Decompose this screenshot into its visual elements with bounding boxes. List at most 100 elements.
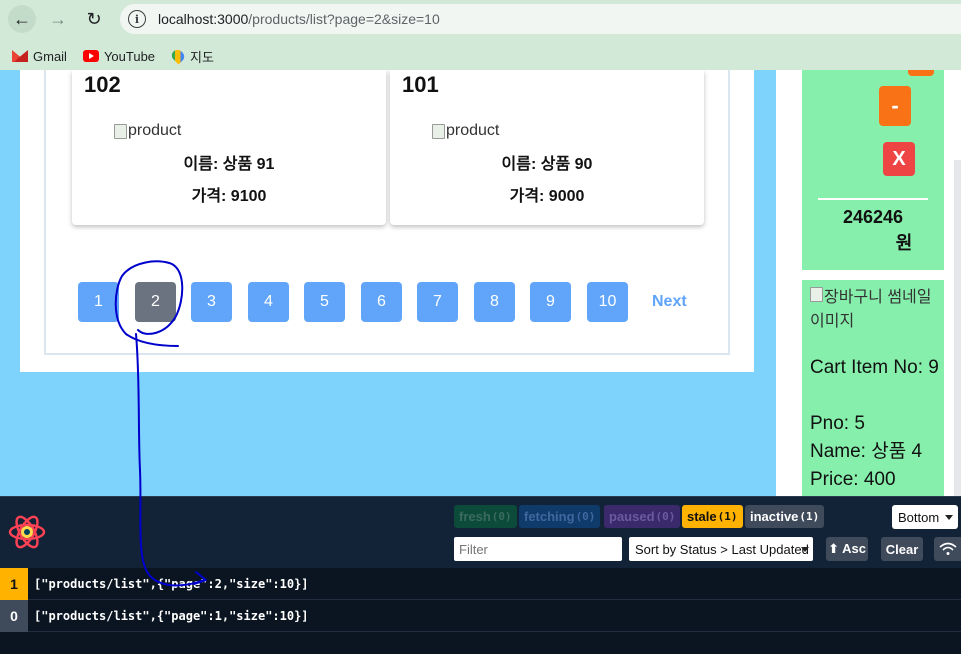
gmail-icon: [12, 50, 28, 62]
product-name: 이름: 상품 91: [183, 156, 275, 173]
product-card[interactable]: 102 product 이름: 상품 91 가격: 9100: [72, 70, 386, 225]
url-path: /products/list?page=2&size=10: [248, 11, 440, 27]
broken-image-icon: [810, 287, 823, 302]
fetching-badge: fetching (0): [519, 505, 601, 528]
broken-image-icon: [114, 123, 127, 139]
paused-badge: paused (0): [604, 505, 681, 528]
bookmark-gmail[interactable]: Gmail: [12, 49, 67, 64]
badge-label: fetching: [524, 509, 575, 524]
cart-item-pno: Pno: 5: [810, 413, 865, 434]
page-button-5[interactable]: 5: [304, 282, 345, 322]
bookmark-label: YouTube: [103, 48, 156, 64]
filter-input[interactable]: [454, 537, 622, 561]
product-image: product: [432, 122, 499, 140]
position-select-value: Bottom: [898, 509, 940, 525]
badge-count: (0): [491, 510, 512, 523]
page-button-8[interactable]: 8: [474, 282, 515, 322]
image-alt-text: 장바구니 썸네일 이미지: [810, 289, 932, 330]
badge-label: paused: [609, 509, 655, 524]
image-alt-text: product: [446, 122, 500, 139]
page-button-9[interactable]: 9: [530, 282, 571, 322]
cart-item-price: Price: 400: [810, 469, 896, 490]
cart-sidebar: - X 246246 원 장바구니 썸네일 이미지 Cart Item No: …: [776, 70, 961, 496]
product-name: 이름: 상품 90: [501, 156, 593, 173]
product-pno: 101: [402, 72, 439, 97]
url-text[interactable]: localhost:3000/products/list?page=2&size…: [158, 11, 440, 27]
product-image: product: [114, 122, 181, 140]
fresh-badge: fresh (0): [454, 505, 517, 528]
remove-button[interactable]: X: [883, 142, 915, 176]
wifi-icon: [938, 542, 957, 555]
bookmarks-bar: Gmail YouTube 지도: [0, 44, 218, 68]
address-bar[interactable]: i localhost:3000/products/list?page=2&si…: [120, 4, 961, 34]
badge-label: stale: [687, 509, 717, 524]
browser-toolbar: ← → ↻ i localhost:3000/products/list?pag…: [0, 0, 961, 70]
cart-total-amount: 246246: [842, 207, 904, 227]
bookmark-label: Gmail: [33, 48, 67, 64]
plus-button[interactable]: [908, 70, 934, 76]
page-button-6[interactable]: 6: [361, 282, 402, 322]
query-observer-count: 1: [0, 567, 28, 600]
bookmark-maps[interactable]: 지도: [169, 47, 214, 66]
reload-icon[interactable]: ↻: [80, 5, 108, 33]
product-price: 가격: 9100: [191, 188, 267, 205]
forward-arrow-icon[interactable]: →: [44, 5, 72, 33]
cart-total-unit: 원: [895, 233, 913, 253]
divider: [818, 198, 928, 200]
site-info-icon[interactable]: i: [128, 10, 146, 28]
query-row[interactable]: 1 ["products/list",{"page":2,"size":10}]: [0, 567, 961, 600]
query-key: ["products/list",{"page":1,"size":10}]: [34, 608, 309, 623]
cart-total: 246246 원: [802, 204, 944, 256]
product-list-container: 102 product 이름: 상품 91 가격: 9100 101 produ…: [44, 70, 730, 355]
badge-count: (0): [655, 510, 676, 523]
chevron-down-icon: [801, 547, 809, 552]
broken-image-icon: [432, 123, 445, 139]
bookmark-label: 지도: [190, 49, 214, 65]
page-button-7[interactable]: 7: [417, 282, 458, 322]
cart-item-image: 장바구니 썸네일 이미지: [810, 286, 938, 334]
url-host: localhost:3000: [158, 11, 249, 27]
product-list-panel: 102 product 이름: 상품 91 가격: 9100 101 produ…: [20, 70, 754, 372]
chevron-down-icon: [945, 514, 954, 520]
back-arrow-icon[interactable]: ←: [8, 5, 36, 33]
react-query-devtools: fresh (0) fetching (0) paused (0) stale (1) …: [0, 496, 961, 654]
badge-count: (0): [575, 510, 596, 523]
next-page-link[interactable]: Next: [652, 282, 687, 322]
page-content: 102 product 이름: 상품 91 가격: 9100 101 produ…: [0, 70, 961, 496]
sort-select[interactable]: Sort by Status > Last Updated: [629, 537, 813, 561]
youtube-icon: [82, 50, 99, 62]
page-button-1[interactable]: 1: [78, 282, 119, 322]
page-button-4[interactable]: 4: [248, 282, 289, 322]
scrollbar[interactable]: [954, 160, 961, 496]
cart-summary: - X 246246 원: [802, 70, 944, 270]
inactive-badge: inactive (1): [745, 505, 825, 528]
product-card[interactable]: 101 product 이름: 상품 90 가격: 9000: [390, 70, 704, 225]
badge-label: inactive: [750, 509, 799, 524]
stale-badge: stale (1): [682, 505, 743, 528]
product-price: 가격: 9000: [509, 188, 585, 205]
sort-direction-button[interactable]: ⬆ Asc: [826, 537, 868, 561]
minus-button[interactable]: -: [879, 86, 911, 126]
cart-item-name: Name: 상품 4: [810, 441, 923, 462]
product-pno: 102: [84, 72, 121, 97]
maps-icon: [169, 47, 187, 65]
query-row[interactable]: 0 ["products/list",{"page":1,"size":10}]: [0, 599, 961, 632]
page-button-3[interactable]: 3: [191, 282, 232, 322]
query-key: ["products/list",{"page":2,"size":10}]: [34, 576, 309, 591]
cart-item: 장바구니 썸네일 이미지 Cart Item No: 9 Pno: 5 Name…: [802, 280, 944, 496]
query-observer-count: 0: [0, 599, 28, 632]
page-button-2[interactable]: 2: [135, 282, 176, 322]
clear-button[interactable]: Clear: [881, 537, 923, 561]
devtools-header: fresh (0) fetching (0) paused (0) stale (1) …: [0, 496, 961, 568]
page-button-10[interactable]: 10: [587, 282, 628, 322]
image-alt-text: product: [128, 122, 182, 139]
badge-count: (1): [717, 510, 738, 523]
position-select[interactable]: Bottom: [892, 505, 958, 529]
badge-count: (1): [799, 510, 820, 523]
bookmark-youtube[interactable]: YouTube: [82, 48, 156, 64]
react-query-logo-icon[interactable]: [8, 515, 46, 549]
network-mode-button[interactable]: [934, 537, 961, 561]
badge-label: fresh: [459, 509, 491, 524]
sort-select-value: Sort by Status > Last Updated: [635, 541, 809, 557]
cart-item-number: Cart Item No: 9: [810, 357, 939, 378]
